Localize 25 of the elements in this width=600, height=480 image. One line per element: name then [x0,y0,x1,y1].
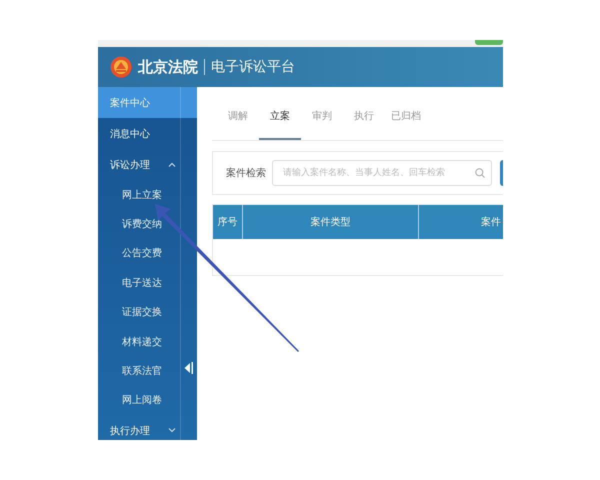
tab[interactable]: 立案 [259,109,301,140]
search-field[interactable]: 请输入案件名称、当事人姓名、回车检索 [272,160,492,186]
submenu-item[interactable]: 诉费交纳 [98,209,197,239]
search-label: 案件检索 [226,166,266,180]
column-header: 案件 [480,216,502,230]
platform-name: 电子诉讼平台 [211,58,295,76]
sidebar-item[interactable]: 消息中心 [98,118,197,149]
submenu-item[interactable]: 网上阅卷 [98,386,197,416]
column-header: 序号 [213,205,243,239]
submenu-item[interactable]: 材料递交 [98,326,197,356]
court-name: 北京法院 [138,58,198,76]
column-header: 案件类型 [243,205,419,239]
search-icon [475,168,485,178]
collapse-icon[interactable] [184,362,193,374]
sidebar-item[interactable]: 案件中心 [98,87,197,118]
sidebar-item[interactable]: 诉讼办理 [98,149,197,180]
tab[interactable]: 审判 [301,109,343,140]
submenu-item[interactable]: 公告交费 [98,238,197,268]
submenu-item[interactable]: 网上立案 [98,180,197,210]
search-button[interactable] [500,160,503,186]
emblem-icon [110,56,132,78]
submenu-item[interactable]: 证据交换 [98,298,197,327]
sidebar-item[interactable]: 执行办理 [98,415,197,440]
submenu-item[interactable]: 联系法官 [98,356,197,386]
submenu-item[interactable]: 电子送达 [98,268,197,298]
